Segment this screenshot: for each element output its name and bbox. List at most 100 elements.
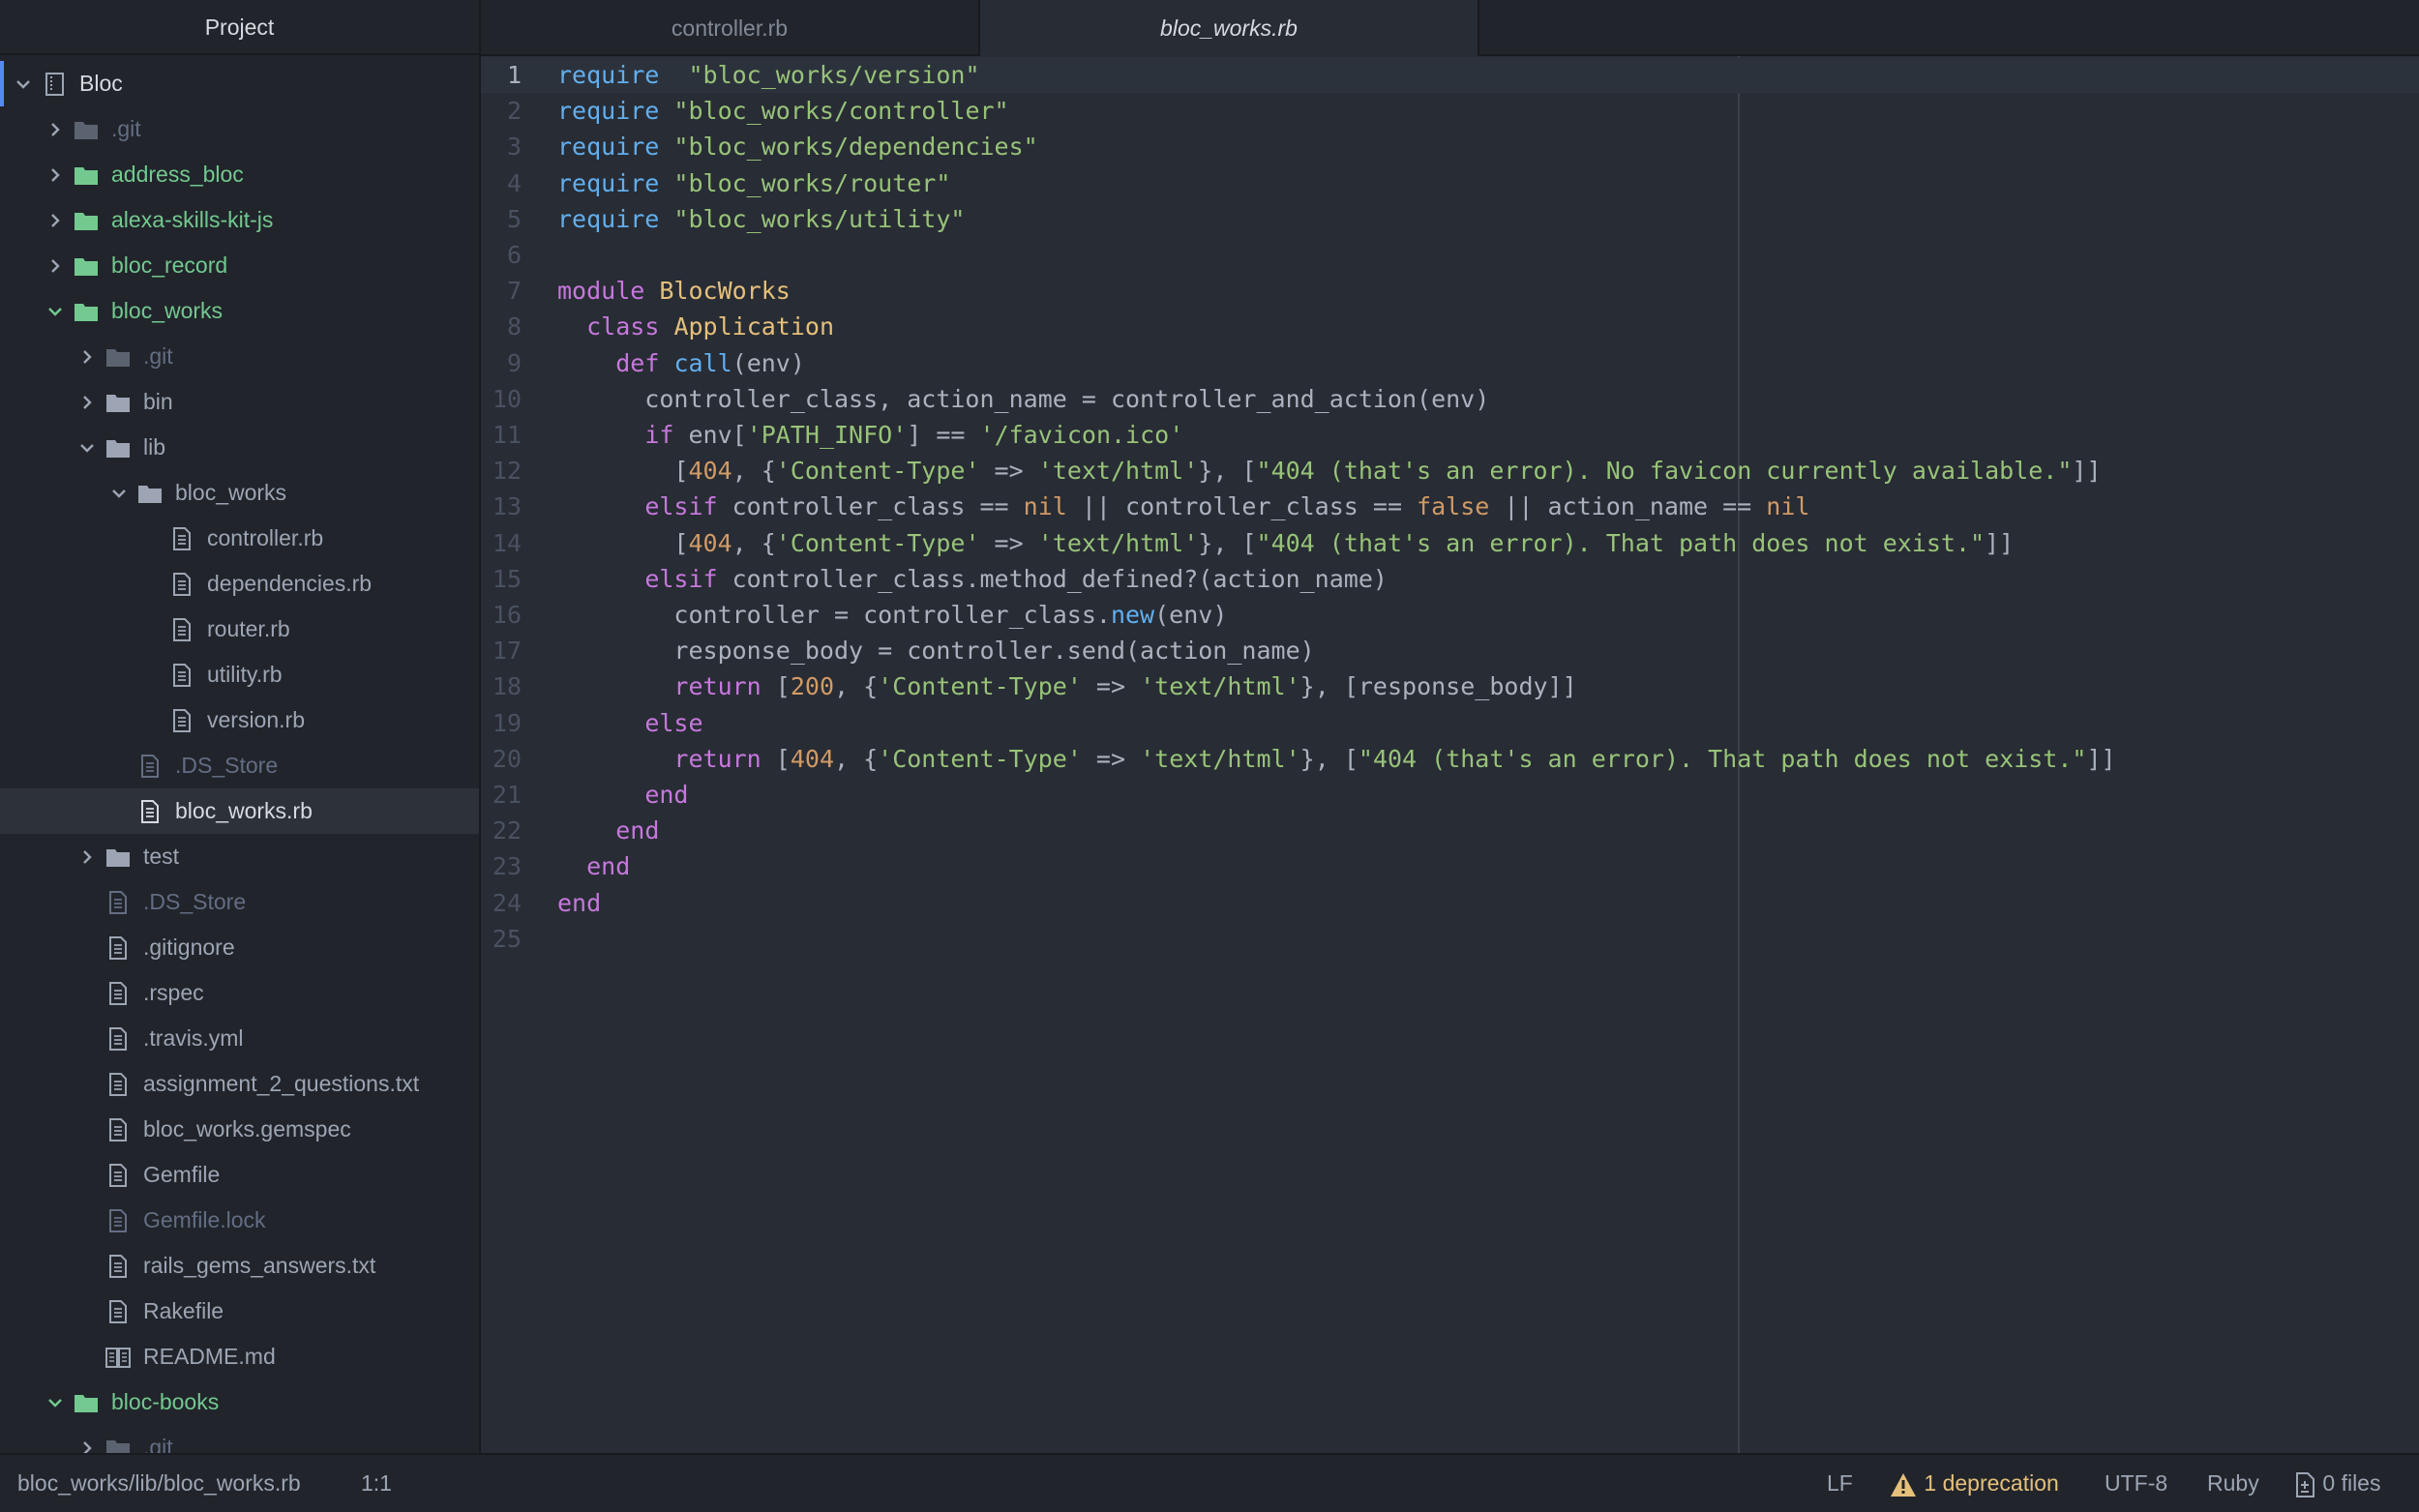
deprecation-status[interactable]: 1 deprecation: [1889, 1455, 2059, 1512]
code-line[interactable]: 18 return [200, {'Content-Type' => 'text…: [481, 668, 2419, 704]
tree-file-controller-rb[interactable]: controller.rb: [0, 516, 479, 561]
chevron-down-icon[interactable]: [44, 300, 67, 323]
code-line[interactable]: 11 if env['PATH_INFO'] == '/favicon.ico': [481, 417, 2419, 453]
code-line[interactable]: 23 end: [481, 848, 2419, 884]
line-number[interactable]: 6: [481, 237, 522, 273]
line-number[interactable]: 2: [481, 93, 522, 129]
line-number[interactable]: 15: [481, 561, 522, 597]
chevron-down-icon[interactable]: [107, 482, 131, 505]
tree-file-gitignore[interactable]: .gitignore: [0, 925, 479, 970]
grammar[interactable]: Ruby: [2207, 1455, 2259, 1512]
tree-file-bloc-works-rb[interactable]: bloc_works.rb: [0, 788, 479, 834]
line-number[interactable]: 12: [481, 453, 522, 489]
tree-file-gemfile[interactable]: Gemfile: [0, 1152, 479, 1198]
chevron-right-icon[interactable]: [44, 118, 67, 141]
git-status[interactable]: 0 files: [2293, 1455, 2380, 1512]
line-number[interactable]: 10: [481, 381, 522, 417]
tree-folder-bloc-works[interactable]: bloc_works: [0, 470, 479, 516]
tree-file-dependencies-rb[interactable]: dependencies.rb: [0, 561, 479, 607]
tree-file-ds-store[interactable]: .DS_Store: [0, 879, 479, 925]
tree-file-rakefile[interactable]: Rakefile: [0, 1289, 479, 1334]
tree-folder-bin[interactable]: bin: [0, 379, 479, 425]
code-line[interactable]: 13 elsif controller_class == nil || cont…: [481, 489, 2419, 524]
tree-file-rspec[interactable]: .rspec: [0, 970, 479, 1016]
line-number[interactable]: 19: [481, 705, 522, 741]
code-line[interactable]: 22 end: [481, 813, 2419, 848]
line-number[interactable]: 5: [481, 201, 522, 237]
tab-controller-rb[interactable]: controller.rb: [481, 0, 980, 56]
line-number[interactable]: 13: [481, 489, 522, 524]
chevron-right-icon[interactable]: [44, 163, 67, 187]
code-line[interactable]: 1 require "bloc_works/version": [481, 57, 2419, 93]
code-editor[interactable]: 1 require "bloc_works/version" 2 require "b…: [481, 56, 2419, 1453]
line-number[interactable]: 22: [481, 813, 522, 848]
tree-file-readme-md[interactable]: README.md: [0, 1334, 479, 1379]
tree-file-utility-rb[interactable]: utility.rb: [0, 652, 479, 697]
tree-folder-bloc-books[interactable]: bloc-books: [0, 1379, 479, 1425]
line-number[interactable]: 20: [481, 741, 522, 777]
tree-folder-git[interactable]: .git: [0, 1425, 479, 1453]
chevron-right-icon[interactable]: [44, 209, 67, 232]
line-number[interactable]: 16: [481, 597, 522, 633]
code-line[interactable]: 17 response_body = controller.send(actio…: [481, 633, 2419, 668]
tree-folder-bloc-works[interactable]: bloc_works: [0, 288, 479, 334]
tree-file-gemfile-lock[interactable]: Gemfile.lock: [0, 1198, 479, 1243]
line-number[interactable]: 23: [481, 848, 522, 884]
tree-folder-lib[interactable]: lib: [0, 425, 479, 470]
tree-file-assignment-2-questions-txt[interactable]: assignment_2_questions.txt: [0, 1061, 479, 1107]
chevron-down-icon[interactable]: [12, 73, 35, 96]
tree-folder-bloc[interactable]: Bloc: [0, 61, 479, 106]
chevron-down-icon[interactable]: [75, 436, 99, 460]
chevron-down-icon[interactable]: [44, 1391, 67, 1414]
line-number[interactable]: 24: [481, 885, 522, 921]
line-number[interactable]: 9: [481, 345, 522, 381]
file-path[interactable]: bloc_works/lib/bloc_works.rb: [17, 1455, 301, 1512]
line-number[interactable]: 25: [481, 921, 522, 957]
tab-bloc-works-rb[interactable]: bloc_works.rb: [980, 0, 1479, 58]
chevron-right-icon[interactable]: [44, 254, 67, 278]
chevron-right-icon[interactable]: [75, 1437, 99, 1453]
code-line[interactable]: 20 return [404, {'Content-Type' => 'text…: [481, 741, 2419, 777]
code-line[interactable]: 14 [404, {'Content-Type' => 'text/html'}…: [481, 525, 2419, 561]
code-line[interactable]: 12 [404, {'Content-Type' => 'text/html'}…: [481, 453, 2419, 489]
tree-file-rails-gems-answers-txt[interactable]: rails_gems_answers.txt: [0, 1243, 479, 1289]
code-line[interactable]: 15 elsif controller_class.method_defined…: [481, 561, 2419, 597]
tree-file-ds-store[interactable]: .DS_Store: [0, 743, 479, 788]
line-number[interactable]: 11: [481, 417, 522, 453]
tree-folder-test[interactable]: test: [0, 834, 479, 879]
tree-folder-git[interactable]: .git: [0, 334, 479, 379]
code-line[interactable]: 6: [481, 237, 2419, 273]
line-number[interactable]: 3: [481, 129, 522, 164]
line-number[interactable]: 1: [481, 57, 522, 93]
cursor-position[interactable]: 1:1: [361, 1455, 392, 1512]
code-line[interactable]: 4 require "bloc_works/router": [481, 165, 2419, 201]
code-line[interactable]: 10 controller_class, action_name = contr…: [481, 381, 2419, 417]
line-number[interactable]: 8: [481, 309, 522, 344]
code-line[interactable]: 21 end: [481, 777, 2419, 813]
code-line[interactable]: 3 require "bloc_works/dependencies": [481, 129, 2419, 164]
code-line[interactable]: 24 end: [481, 885, 2419, 921]
line-number[interactable]: 14: [481, 525, 522, 561]
code-line[interactable]: 8 class Application: [481, 309, 2419, 344]
tree-file-version-rb[interactable]: version.rb: [0, 697, 479, 743]
tree-folder-bloc-record[interactable]: bloc_record: [0, 243, 479, 288]
chevron-right-icon[interactable]: [75, 845, 99, 869]
line-ending[interactable]: LF: [1827, 1455, 1853, 1512]
tree-folder-address-bloc[interactable]: address_bloc: [0, 152, 479, 197]
tree-folder-alexa-skills-kit-js[interactable]: alexa-skills-kit-js: [0, 197, 479, 243]
tree-file-travis-yml[interactable]: .travis.yml: [0, 1016, 479, 1061]
code-line[interactable]: 5 require "bloc_works/utility": [481, 201, 2419, 237]
line-number[interactable]: 18: [481, 668, 522, 704]
line-number[interactable]: 7: [481, 273, 522, 309]
tree-folder-git[interactable]: .git: [0, 106, 479, 152]
tree-file-bloc-works-gemspec[interactable]: bloc_works.gemspec: [0, 1107, 479, 1152]
code-line[interactable]: 16 controller = controller_class.new(env…: [481, 597, 2419, 633]
line-number[interactable]: 4: [481, 165, 522, 201]
code-line[interactable]: 25: [481, 921, 2419, 957]
tree-file-router-rb[interactable]: router.rb: [0, 607, 479, 652]
code-line[interactable]: 2 require "bloc_works/controller": [481, 93, 2419, 129]
code-line[interactable]: 19 else: [481, 705, 2419, 741]
code-line[interactable]: 9 def call(env): [481, 345, 2419, 381]
chevron-right-icon[interactable]: [75, 391, 99, 414]
code-line[interactable]: 7 module BlocWorks: [481, 273, 2419, 309]
